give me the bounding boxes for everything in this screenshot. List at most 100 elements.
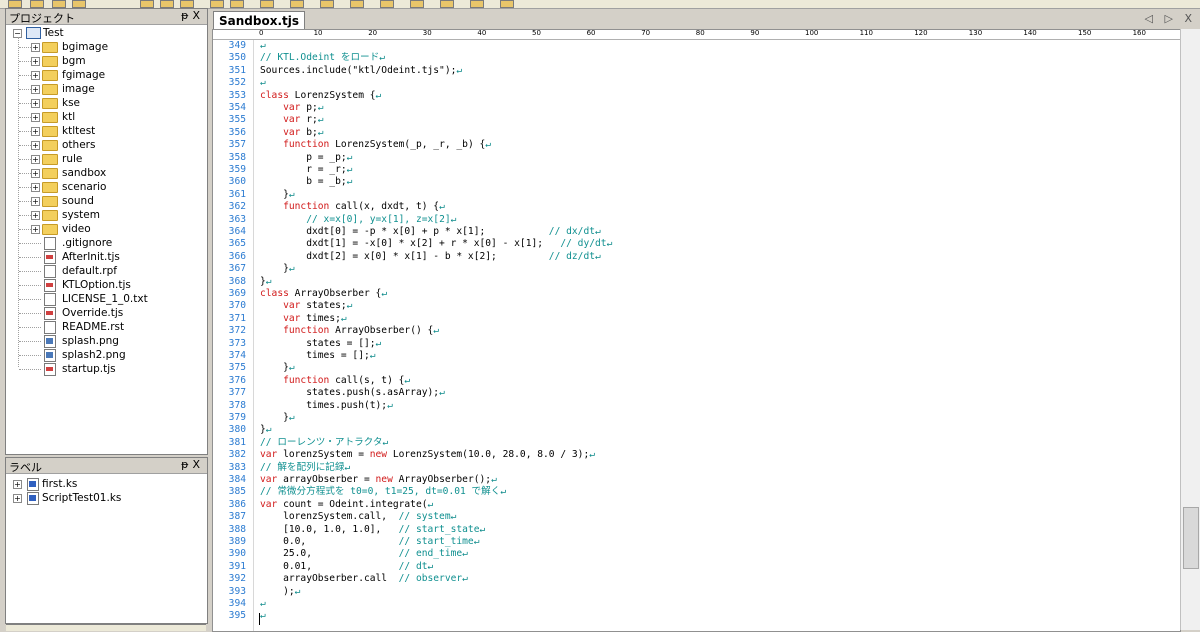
toolbar-icon[interactable] <box>210 0 224 8</box>
tree-file[interactable]: splash.png <box>6 334 206 348</box>
tree-folder-label: ktl <box>62 111 76 123</box>
expand-icon[interactable]: + <box>31 43 40 52</box>
pin-icon[interactable]: ᵽ <box>181 9 192 22</box>
tree-file[interactable]: AfterInit.tjs <box>6 250 206 264</box>
code-line: 394 ↵ <box>213 598 1180 610</box>
tree-file[interactable]: README.rst <box>6 320 206 334</box>
tree-folder-ktl[interactable]: + ktl <box>6 110 206 124</box>
expand-icon[interactable]: + <box>31 127 40 136</box>
tree-file[interactable]: startup.tjs <box>6 362 206 376</box>
file-icon-tjs <box>44 363 56 376</box>
expand-icon[interactable]: + <box>31 99 40 108</box>
expand-icon[interactable]: + <box>31 225 40 234</box>
toolbar-icon[interactable] <box>410 0 424 8</box>
project-panel-title: プロジェクト <box>9 12 75 25</box>
ruler-tick-label: 150 <box>1078 30 1092 37</box>
line-number: 356 <box>228 126 246 138</box>
code-line: 364 dxdt[0] = -p * x[0] + p * x[1]; // d… <box>213 226 1180 238</box>
toolbar-icon[interactable] <box>260 0 274 8</box>
tree-file[interactable]: Override.tjs <box>6 306 206 320</box>
expand-icon[interactable]: + <box>13 480 22 489</box>
toolbar-icon[interactable] <box>30 0 44 8</box>
tree-folder-image[interactable]: + image <box>6 82 206 96</box>
vertical-scrollbar[interactable] <box>1180 29 1200 630</box>
expand-icon[interactable]: + <box>31 155 40 164</box>
code-line: 361 }↵ <box>213 189 1180 201</box>
end-of-line-mark: ↵ <box>433 325 440 337</box>
tree-guide <box>19 327 41 328</box>
toolbar-icon[interactable] <box>440 0 454 8</box>
toolbar-icon[interactable] <box>72 0 86 8</box>
expand-icon[interactable]: + <box>13 494 22 503</box>
tree-folder-sound[interactable]: + sound <box>6 194 206 208</box>
pin-icon[interactable]: ᵽ <box>181 458 192 471</box>
toolbar-icon[interactable] <box>180 0 194 8</box>
end-of-line-mark: ↵ <box>595 250 601 262</box>
toolbar-icon[interactable] <box>380 0 394 8</box>
expand-icon[interactable]: + <box>31 113 40 122</box>
tree-folder-label: system <box>62 209 100 221</box>
tree-folder-rule[interactable]: + rule <box>6 152 206 166</box>
tree-root[interactable]: − Test <box>6 26 206 40</box>
code-editor[interactable]: 0 10 20 30 40 50 60 70 80 90 100 110 120 130 140 150 160… <box>212 29 1181 632</box>
expand-icon[interactable]: + <box>31 57 40 66</box>
end-of-line-mark: ↵ <box>456 64 463 76</box>
toolbar-icon[interactable] <box>470 0 484 8</box>
toolbar-icon[interactable] <box>350 0 364 8</box>
tree-folder-bgimage[interactable]: + bgimage <box>6 40 206 54</box>
tree-guide <box>19 117 31 118</box>
code-line: 387 lorenzSystem.call, // system↵ <box>213 511 1180 523</box>
scrollbar-thumb[interactable] <box>1183 507 1199 569</box>
end-of-line-mark: ↵ <box>288 362 295 374</box>
expand-icon[interactable]: + <box>31 85 40 94</box>
toolbar-icon[interactable] <box>140 0 154 8</box>
line-source: // KTL.Odeint をロード↵ <box>260 52 385 64</box>
tree-folder-scenario[interactable]: + scenario <box>6 180 206 194</box>
line-number: 351 <box>228 64 246 76</box>
tab-nav-buttons[interactable]: ◁ ▷ X <box>1145 12 1196 25</box>
toolbar-icon[interactable] <box>8 0 22 8</box>
line-number: 373 <box>228 337 246 349</box>
tree-folder-bgm[interactable]: + bgm <box>6 54 206 68</box>
line-number: 362 <box>228 201 246 213</box>
tree-folder-sandbox[interactable]: + sandbox <box>6 166 206 180</box>
tree-file[interactable]: .gitignore <box>6 236 206 250</box>
code-line: 372 function ArrayObserber() {↵ <box>213 325 1180 337</box>
tab-sandbox-tjs[interactable]: Sandbox.tjs <box>213 11 305 30</box>
toolbar-icon[interactable] <box>160 0 174 8</box>
tree-file[interactable]: splash2.png <box>6 348 206 362</box>
tree-file[interactable]: LICENSE_1_0.txt <box>6 292 206 306</box>
expand-icon[interactable]: + <box>31 141 40 150</box>
tree-folder-label: others <box>62 139 96 151</box>
expand-icon[interactable]: + <box>31 211 40 220</box>
toolbar-icon[interactable] <box>290 0 304 8</box>
line-source: dxdt[1] = -x[0] * x[2] + r * x[0] - x[1]… <box>260 238 612 250</box>
toolbar-icon[interactable] <box>500 0 514 8</box>
tree-folder-video[interactable]: + video <box>6 222 206 236</box>
expand-icon[interactable]: + <box>31 183 40 192</box>
code-line: 384 var arrayObserber = new ArrayObserber… <box>213 474 1180 486</box>
toolbar-icon[interactable] <box>320 0 334 8</box>
tree-folder-kse[interactable]: + kse <box>6 96 206 110</box>
tree-folder-ktltest[interactable]: + ktltest <box>6 124 206 138</box>
expand-icon[interactable]: + <box>31 71 40 80</box>
toolbar-icon[interactable] <box>52 0 66 8</box>
expand-icon[interactable]: + <box>31 197 40 206</box>
close-icon[interactable]: X <box>192 458 204 471</box>
expand-icon[interactable]: + <box>31 169 40 178</box>
close-icon[interactable]: X <box>192 9 204 22</box>
tree-file[interactable]: KTLOption.tjs <box>6 278 206 292</box>
line-source: function ArrayObserber() {↵ <box>260 325 439 337</box>
comment: // 常微分方程式を t0=0, t1=25, dt=0.01 で解く <box>260 486 501 498</box>
code-line: 376 function call(s, t) {↵ <box>213 375 1180 387</box>
tree-folder-fgimage[interactable]: + fgimage <box>6 68 206 82</box>
label-item[interactable]: + first.ks <box>6 477 206 491</box>
code-line: 353 class LorenzSystem {↵ <box>213 90 1180 102</box>
label-item[interactable]: + ScriptTest01.ks <box>6 491 206 505</box>
line-number: 367 <box>228 263 246 275</box>
toolbar-icon[interactable] <box>230 0 244 8</box>
script-file-icon <box>27 492 39 505</box>
tree-folder-system[interactable]: + system <box>6 208 206 222</box>
tree-file[interactable]: default.rpf <box>6 264 206 278</box>
tree-folder-others[interactable]: + others <box>6 138 206 152</box>
